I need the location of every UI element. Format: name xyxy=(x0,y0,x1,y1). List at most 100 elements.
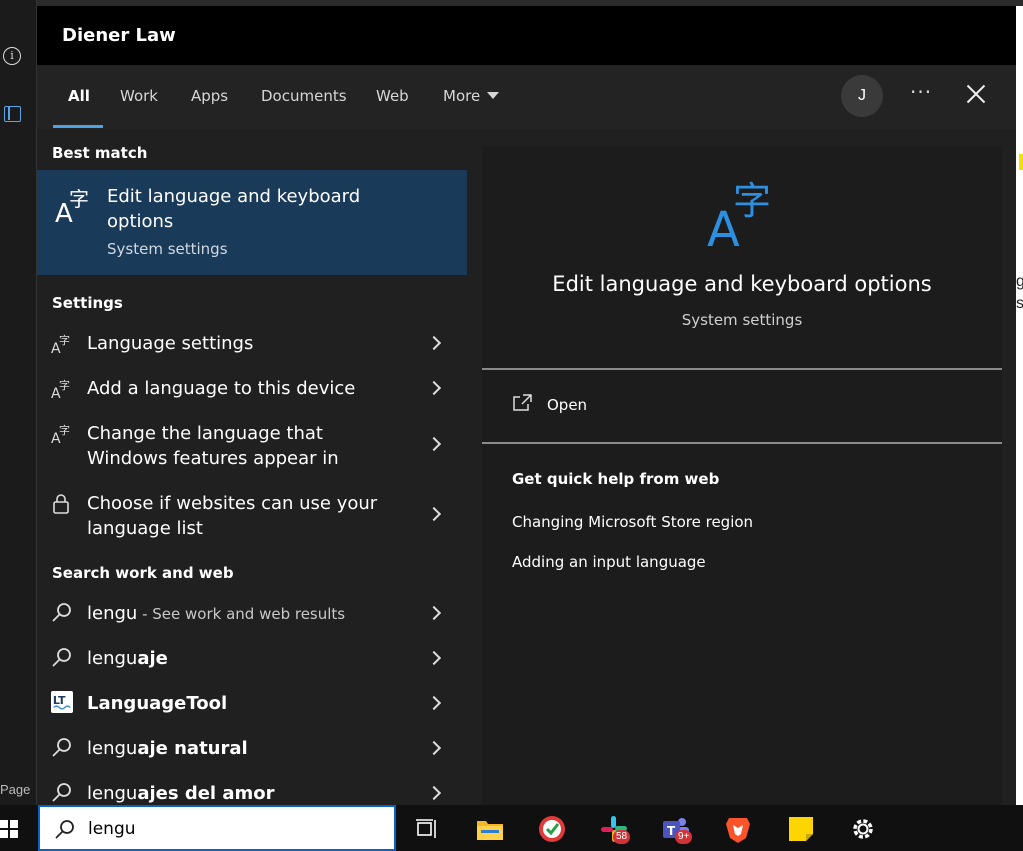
tab-all[interactable]: All xyxy=(68,87,90,105)
chevron-down-icon xyxy=(487,92,500,99)
chevron-right-icon xyxy=(426,436,442,452)
tab-more-label: More xyxy=(443,87,481,105)
preview-subtitle: System settings xyxy=(681,311,803,329)
open-external-icon xyxy=(513,394,532,411)
query-prefix: lengu xyxy=(87,738,138,759)
svg-text:字: 字 xyxy=(69,187,89,211)
tab-documents[interactable]: Documents xyxy=(261,87,347,105)
query-completion: aje xyxy=(137,648,168,669)
section-search-work-web: Search work and web xyxy=(52,564,234,582)
best-match-title: Edit language and keyboard options xyxy=(107,186,361,232)
chevron-right-icon xyxy=(426,740,442,756)
task-view-icon[interactable] xyxy=(413,814,443,844)
search-icon xyxy=(55,820,74,839)
svg-text:字: 字 xyxy=(59,333,70,347)
best-match-subtitle: System settings xyxy=(107,240,228,258)
settings-item-language-settings[interactable]: A字 Language settings xyxy=(37,321,467,366)
slack-app[interactable]: 58 xyxy=(599,814,635,846)
chevron-right-icon xyxy=(426,380,442,396)
language-icon: A字 xyxy=(51,333,70,355)
preview-title: Edit language and keyboard options xyxy=(552,272,932,296)
results-list: Best match A 字 Edit language and keyboar… xyxy=(37,129,467,805)
menu-header: Diener Law xyxy=(37,6,1016,65)
teams-badge: 9+ xyxy=(675,830,693,844)
screen: i Page g s Diener Law All Work Apps Docu… xyxy=(0,0,1023,851)
settings-item-website-language-list[interactable]: Choose if websites can use your language… xyxy=(37,481,467,551)
tab-web[interactable]: Web xyxy=(376,87,409,105)
settings-item-label: Add a language to this device xyxy=(87,378,356,399)
more-options-icon[interactable]: ··· xyxy=(910,80,932,104)
slack-badge: 58 xyxy=(613,830,631,844)
task-app-icon[interactable] xyxy=(537,814,567,844)
section-best-match: Best match xyxy=(52,144,148,162)
web-result-hint: - See work and web results xyxy=(137,605,346,623)
highlight-mark xyxy=(1019,154,1023,170)
lock-icon xyxy=(53,494,69,514)
tab-work[interactable]: Work xyxy=(120,87,158,105)
help-link-store-region[interactable]: Changing Microsoft Store region xyxy=(512,513,753,531)
settings-gear-icon[interactable] xyxy=(848,814,878,844)
svg-text:字: 字 xyxy=(733,179,771,223)
section-settings: Settings xyxy=(52,294,123,312)
web-result-label: lenguaje xyxy=(87,646,407,671)
languagetool-icon: LT xyxy=(51,691,73,713)
brave-browser-icon[interactable] xyxy=(723,814,753,844)
preview-pane: A 字 Edit language and keyboard options S… xyxy=(482,146,1002,805)
web-result-languagetool[interactable]: LT LanguageTool xyxy=(37,681,467,726)
language-icon: A 字 xyxy=(707,179,771,248)
taskbar: lengu 58 T 9+ xyxy=(0,805,1023,851)
settings-item-label: Change the language that Windows feature… xyxy=(87,423,339,469)
close-icon[interactable] xyxy=(965,83,987,105)
query-prefix: lengu xyxy=(87,648,138,669)
file-explorer-icon[interactable] xyxy=(475,814,505,844)
query-completion: aje natural xyxy=(137,738,248,759)
query-prefix: lengu xyxy=(87,603,138,624)
chevron-right-icon xyxy=(426,335,442,351)
sticky-notes-icon[interactable] xyxy=(786,814,816,844)
page-label: Page xyxy=(0,782,31,797)
tab-more[interactable]: More xyxy=(443,87,500,105)
web-result-lenguaje[interactable]: lenguaje xyxy=(37,636,467,681)
panel-icon[interactable] xyxy=(4,106,21,122)
language-icon: A字 xyxy=(51,378,70,400)
info-icon[interactable]: i xyxy=(3,47,21,65)
search-icon xyxy=(52,783,71,802)
quick-help-title: Get quick help from web xyxy=(512,470,720,488)
help-link-input-language[interactable]: Adding an input language xyxy=(512,553,706,571)
background-left-strip: i Page xyxy=(0,0,37,805)
active-tab-indicator xyxy=(53,125,103,128)
query-completion: ajes del amor xyxy=(137,783,275,804)
open-action[interactable]: Open xyxy=(482,370,1002,440)
search-tabs: All Work Apps Documents Web More J ··· xyxy=(37,65,1016,129)
windows-start-icon[interactable] xyxy=(0,820,18,838)
document-text-fragment: g s xyxy=(1016,273,1023,312)
tab-apps[interactable]: Apps xyxy=(191,87,228,105)
web-result-lenguajes-del-amor[interactable]: lenguajes del amor xyxy=(37,771,467,805)
web-result-lengu[interactable]: lengu - See work and web results xyxy=(37,591,467,636)
settings-item-label: Language settings xyxy=(87,333,254,354)
query-prefix: lengu xyxy=(87,783,138,804)
svg-text:字: 字 xyxy=(59,378,70,392)
chevron-right-icon xyxy=(426,785,442,801)
organization-name: Diener Law xyxy=(62,25,176,46)
chevron-right-icon xyxy=(426,605,442,621)
svg-text:字: 字 xyxy=(59,423,70,437)
settings-item-windows-display-language[interactable]: A字 Change the language that Windows feat… xyxy=(37,411,467,481)
settings-item-add-language[interactable]: A字 Add a language to this device xyxy=(37,366,467,411)
chevron-right-icon xyxy=(426,506,442,522)
search-icon xyxy=(52,603,71,622)
teams-app[interactable]: T 9+ xyxy=(661,814,697,846)
best-match-result[interactable]: A 字 Edit language and keyboard options S… xyxy=(37,170,467,275)
web-result-label: lenguajes del amor xyxy=(87,781,407,805)
web-result-lenguaje-natural[interactable]: lenguaje natural xyxy=(37,726,467,771)
search-menu: Diener Law All Work Apps Documents Web M… xyxy=(37,6,1016,805)
language-icon: A 字 xyxy=(55,187,89,224)
search-query-text: lengu xyxy=(88,819,136,839)
avatar[interactable]: J xyxy=(841,75,883,117)
taskbar-search-input[interactable]: lengu xyxy=(38,805,396,851)
chevron-right-icon xyxy=(426,650,442,666)
background-right-strip: g s xyxy=(1016,6,1023,805)
open-label: Open xyxy=(547,396,588,414)
search-icon xyxy=(52,648,71,667)
settings-item-label: Choose if websites can use your language… xyxy=(87,493,378,539)
